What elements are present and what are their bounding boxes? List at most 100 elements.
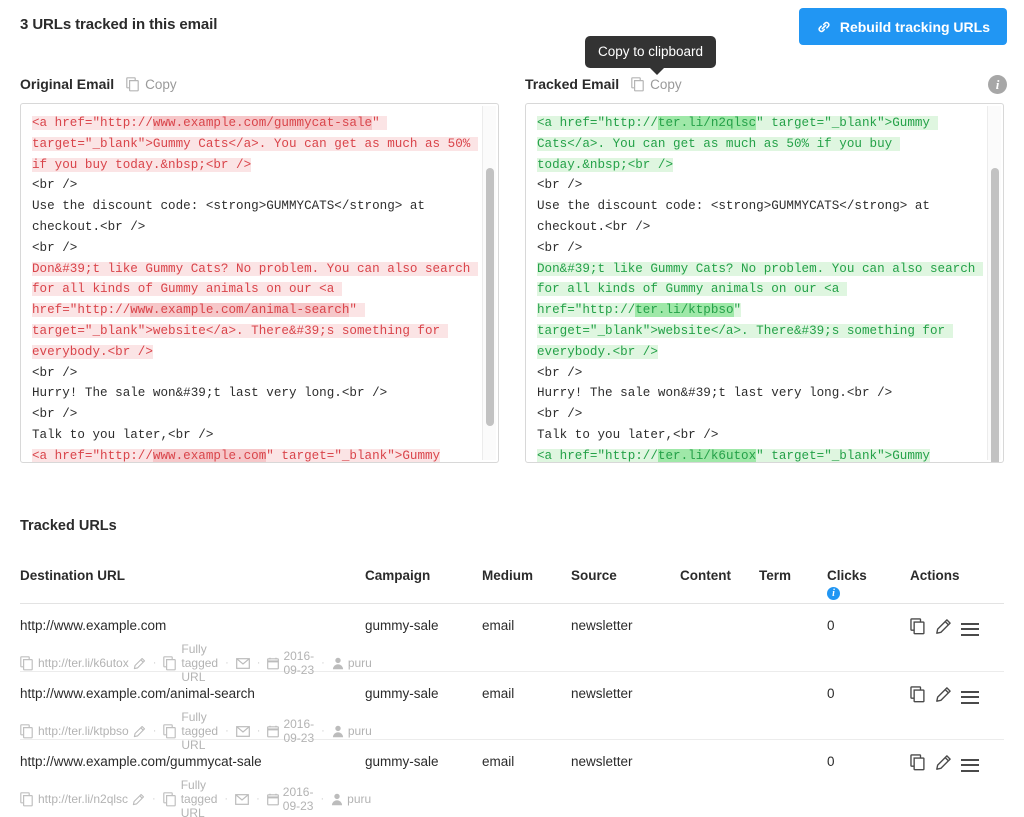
clicks-info-icon[interactable]: i (827, 587, 840, 600)
meta-separator: · (153, 725, 157, 737)
cell-medium: email (482, 754, 571, 769)
fully-tagged-url-label: Fully tagged URL (181, 778, 218, 817)
cell-actions (910, 618, 1004, 640)
created-date-text: 2016-09-23 (283, 649, 314, 677)
clicks-label: Clicks (827, 568, 867, 583)
cell-actions (910, 686, 1004, 708)
code-segment-plain: <br /> Use the discount code: <strong>GU… (537, 178, 938, 254)
tracked-email-code[interactable]: <a href="http://ter.li/n2qlsc" target="_… (526, 104, 988, 462)
table-body: http://www.example.com http://ter.li/k6u… (20, 604, 1004, 808)
code-segment-removed: <a href="http://www.example.com/gummycat… (32, 116, 478, 172)
row-copy-button[interactable] (910, 754, 926, 776)
email-link-button[interactable] (235, 794, 249, 805)
edit-short-url-button[interactable] (133, 657, 146, 670)
person-icon-icon (332, 657, 344, 670)
meta-separator: · (256, 793, 260, 805)
destination-url[interactable]: http://www.example.com/gummycat-sale (20, 754, 365, 769)
person-icon-icon (331, 793, 343, 806)
code-segment-added: <a href="http://ter.li/k6utox" target="_… (537, 449, 930, 463)
original-email-code[interactable]: <a href="http://www.example.com/gummycat… (21, 104, 483, 462)
created-date: 2016-09-23 (267, 785, 314, 813)
copy-original-email-button[interactable]: Copy (126, 77, 177, 92)
scrollbar-thumb[interactable] (486, 168, 494, 426)
tracked-email-panel: <a href="http://ter.li/n2qlsc" target="_… (525, 103, 1004, 463)
row-copy-button[interactable] (910, 618, 926, 640)
row-menu-button[interactable] (961, 623, 979, 636)
code-url-highlight: www.example.com/gummycat-sale (153, 116, 372, 130)
copy-tracked-email-button[interactable]: Copy (631, 77, 682, 92)
cell-medium: email (482, 686, 571, 701)
short-url-text[interactable]: http://ter.li/n2qlsc (38, 792, 128, 806)
code-segment-plain: <br /> Hurry! The sale won&#39;t last ve… (32, 366, 387, 442)
row-menu-button[interactable] (961, 759, 979, 772)
row-copy-button[interactable] (910, 686, 926, 708)
calendar-icon-icon (267, 657, 279, 670)
tracked-email-label: Tracked Email (525, 76, 619, 92)
short-url-copy[interactable]: http://ter.li/k6utox (20, 656, 129, 671)
cell-medium: email (482, 618, 571, 633)
meta-separator: · (224, 793, 228, 805)
rebuild-tracking-urls-button[interactable]: Rebuild tracking URLs (799, 8, 1007, 45)
fully-tagged-url-copy[interactable]: Fully tagged URL (163, 642, 218, 684)
row-edit-button[interactable] (935, 754, 952, 776)
fully-tagged-url-copy[interactable]: Fully tagged URL (163, 710, 218, 752)
cell-campaign: gummy-sale (365, 618, 482, 633)
column-header-content: Content (680, 568, 759, 583)
code-url-highlight: ter.li/k6utox (658, 449, 756, 463)
page-title-text: URLs tracked in this email (28, 16, 217, 33)
column-header-campaign: Campaign (365, 568, 482, 583)
owner-name: puru (347, 792, 371, 806)
row-menu-button[interactable] (961, 691, 979, 704)
copy-icon-icon (20, 792, 34, 807)
copy-tooltip-text: Copy to clipboard (598, 44, 703, 59)
fully-tagged-url-label: Fully tagged URL (181, 642, 218, 684)
column-header-source: Source (571, 568, 680, 583)
row-edit-button[interactable] (935, 618, 952, 640)
short-url-copy[interactable]: http://ter.li/ktpbso (20, 724, 129, 739)
meta-separator: · (152, 793, 156, 805)
created-date-text: 2016-09-23 (283, 785, 314, 813)
envelope-icon-icon (236, 658, 250, 669)
meta-separator: · (257, 725, 261, 737)
original-email-header: Original Email Copy (20, 76, 177, 92)
code-segment-removed: Don&#39;t like Gummy Cats? No problem. Y… (32, 262, 478, 359)
created-date: 2016-09-23 (267, 649, 314, 677)
cell-campaign: gummy-sale (365, 754, 482, 769)
column-header-destination: Destination URL (20, 568, 365, 583)
meta-separator: · (321, 657, 325, 669)
meta-separator: · (225, 657, 229, 669)
rebuild-button-label: Rebuild tracking URLs (840, 19, 990, 35)
scrollbar-thumb[interactable] (991, 168, 999, 463)
email-link-button[interactable] (236, 726, 250, 737)
column-header-clicks: Clicks i (827, 568, 910, 600)
tracked-email-header: Tracked Email Copy (525, 76, 682, 92)
tracked-urls-title: Tracked URLs (20, 518, 117, 534)
scrollbar-tracked[interactable] (987, 106, 1001, 460)
pencil-icon-icon (132, 793, 145, 806)
page-title: 3 URLs tracked in this email (20, 16, 217, 33)
edit-short-url-button[interactable] (133, 725, 146, 738)
info-icon[interactable]: i (988, 75, 1007, 94)
destination-url[interactable]: http://www.example.com/animal-search (20, 686, 365, 701)
destination-url[interactable]: http://www.example.com (20, 618, 365, 633)
short-url-copy[interactable]: http://ter.li/n2qlsc (20, 792, 128, 807)
copy-original-label: Copy (145, 77, 177, 92)
cell-clicks: 0 (827, 754, 910, 769)
copy-icon-icon (20, 656, 34, 671)
code-url-highlight: ter.li/n2qlsc (658, 116, 756, 130)
code-url-highlight: www.example.com/animal-search (130, 303, 349, 317)
row-edit-button[interactable] (935, 686, 952, 708)
meta-separator: · (257, 657, 261, 669)
short-url-text[interactable]: http://ter.li/k6utox (38, 656, 129, 670)
owner-name: puru (348, 656, 372, 670)
code-url-highlight: www.example.com (153, 449, 266, 463)
email-link-button[interactable] (236, 658, 250, 669)
original-email-panel: <a href="http://www.example.com/gummycat… (20, 103, 499, 463)
short-url-text[interactable]: http://ter.li/ktpbso (38, 724, 129, 738)
copy-icon-icon (163, 656, 177, 671)
scrollbar-original[interactable] (482, 106, 496, 460)
code-url-highlight: ter.li/ktpbso (635, 303, 733, 317)
edit-short-url-button[interactable] (132, 793, 145, 806)
fully-tagged-url-copy[interactable]: Fully tagged URL (163, 778, 218, 817)
copy-icon-icon (163, 724, 177, 739)
